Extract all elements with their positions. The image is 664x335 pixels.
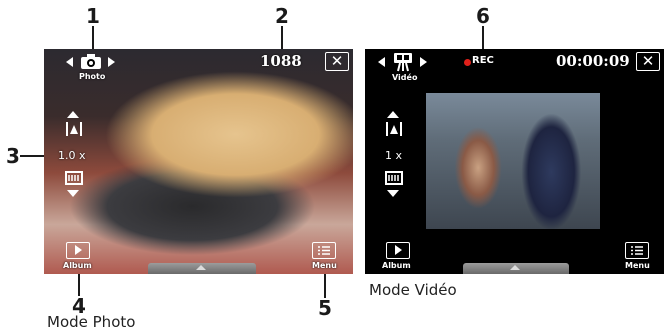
- shots-remaining-counter: 1088: [260, 52, 302, 70]
- zoom-out-arrow-icon[interactable]: [67, 190, 79, 197]
- callout-1-line: [92, 26, 94, 50]
- recording-dot-icon: [464, 59, 471, 66]
- rec-indicator: REC: [472, 55, 494, 66]
- zoom-tele-icon[interactable]: [386, 121, 402, 137]
- record-tab-arrow-icon: [510, 265, 520, 270]
- previous-mode-arrow-icon[interactable]: [378, 57, 385, 67]
- video-mode-screen: Vidéo REC 00:00:09 ✕ 1 x Album Menu: [365, 49, 664, 274]
- zoom-level-readout: 1 x: [385, 149, 403, 162]
- play-icon: [395, 245, 402, 255]
- close-button[interactable]: ✕: [325, 52, 349, 71]
- next-mode-arrow-icon[interactable]: [420, 57, 427, 67]
- next-mode-arrow-icon[interactable]: [108, 57, 115, 67]
- mode-label: Photo: [79, 72, 106, 81]
- capture-tab-arrow-icon: [196, 265, 206, 270]
- callout-1: 1: [86, 4, 100, 28]
- zoom-in-arrow-icon[interactable]: [67, 111, 79, 118]
- video-viewfinder[interactable]: [426, 93, 600, 229]
- callout-5-line: [324, 270, 326, 298]
- album-label: Album: [382, 261, 411, 270]
- mode-label: Vidéo: [392, 73, 418, 82]
- callout-6: 6: [476, 4, 490, 28]
- menu-list-icon: [318, 246, 330, 255]
- close-button[interactable]: ✕: [636, 52, 660, 71]
- previous-mode-arrow-icon[interactable]: [66, 57, 73, 67]
- video-mode-caption: Mode Vidéo: [369, 281, 457, 299]
- zoom-wide-icon[interactable]: [385, 171, 403, 185]
- callout-2: 2: [275, 4, 289, 28]
- play-icon: [75, 245, 82, 255]
- camera-viewfinder[interactable]: [44, 49, 353, 274]
- zoom-wide-icon[interactable]: [65, 171, 83, 185]
- photo-mode-caption: Mode Photo: [47, 313, 136, 331]
- photo-mode-screen: Photo 1088 ✕ 1.0 x Album Menu: [44, 49, 353, 274]
- zoom-tele-icon[interactable]: [66, 121, 82, 137]
- zoom-out-arrow-icon[interactable]: [387, 190, 399, 197]
- menu-label: Menu: [625, 261, 650, 270]
- menu-list-icon: [631, 246, 643, 255]
- zoom-in-arrow-icon[interactable]: [387, 111, 399, 118]
- callout-5: 5: [318, 296, 332, 320]
- callout-3: 3: [6, 144, 20, 168]
- camera-icon[interactable]: [80, 52, 102, 70]
- zoom-level-readout: 1.0 x: [58, 149, 86, 162]
- video-camera-icon[interactable]: [392, 52, 414, 72]
- menu-label: Menu: [312, 261, 337, 270]
- recording-timer: 00:00:09: [556, 52, 630, 70]
- album-label: Album: [63, 261, 92, 270]
